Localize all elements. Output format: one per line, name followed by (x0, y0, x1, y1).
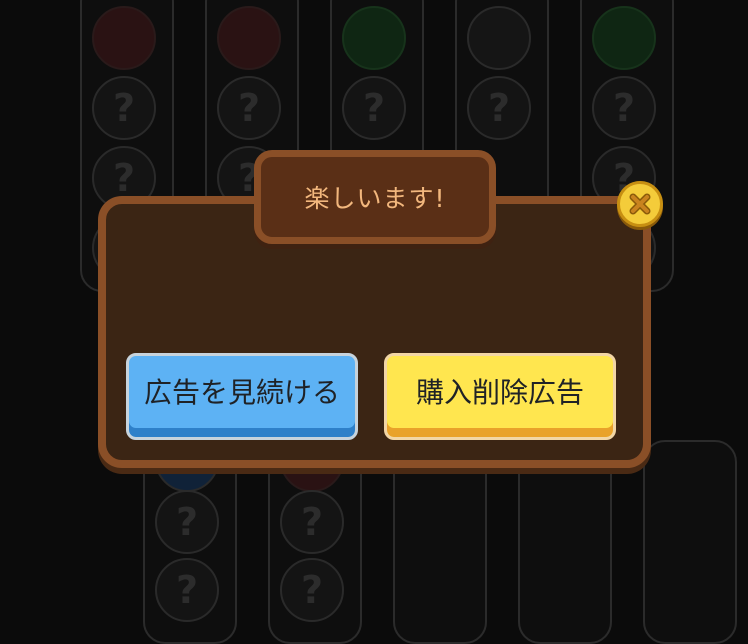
close-button[interactable] (617, 181, 663, 227)
watch-ads-button[interactable]: 広告を見続ける (126, 353, 358, 440)
dialog-title-plate: 楽しいます! (254, 150, 496, 244)
close-x-icon (628, 192, 652, 216)
remove-ads-label: 購入削除広告 (415, 375, 584, 409)
dialog-title: 楽しいます! (304, 184, 446, 213)
remove-ads-button[interactable]: 購入削除広告 (384, 353, 616, 440)
watch-ads-label: 広告を見続ける (143, 375, 340, 409)
